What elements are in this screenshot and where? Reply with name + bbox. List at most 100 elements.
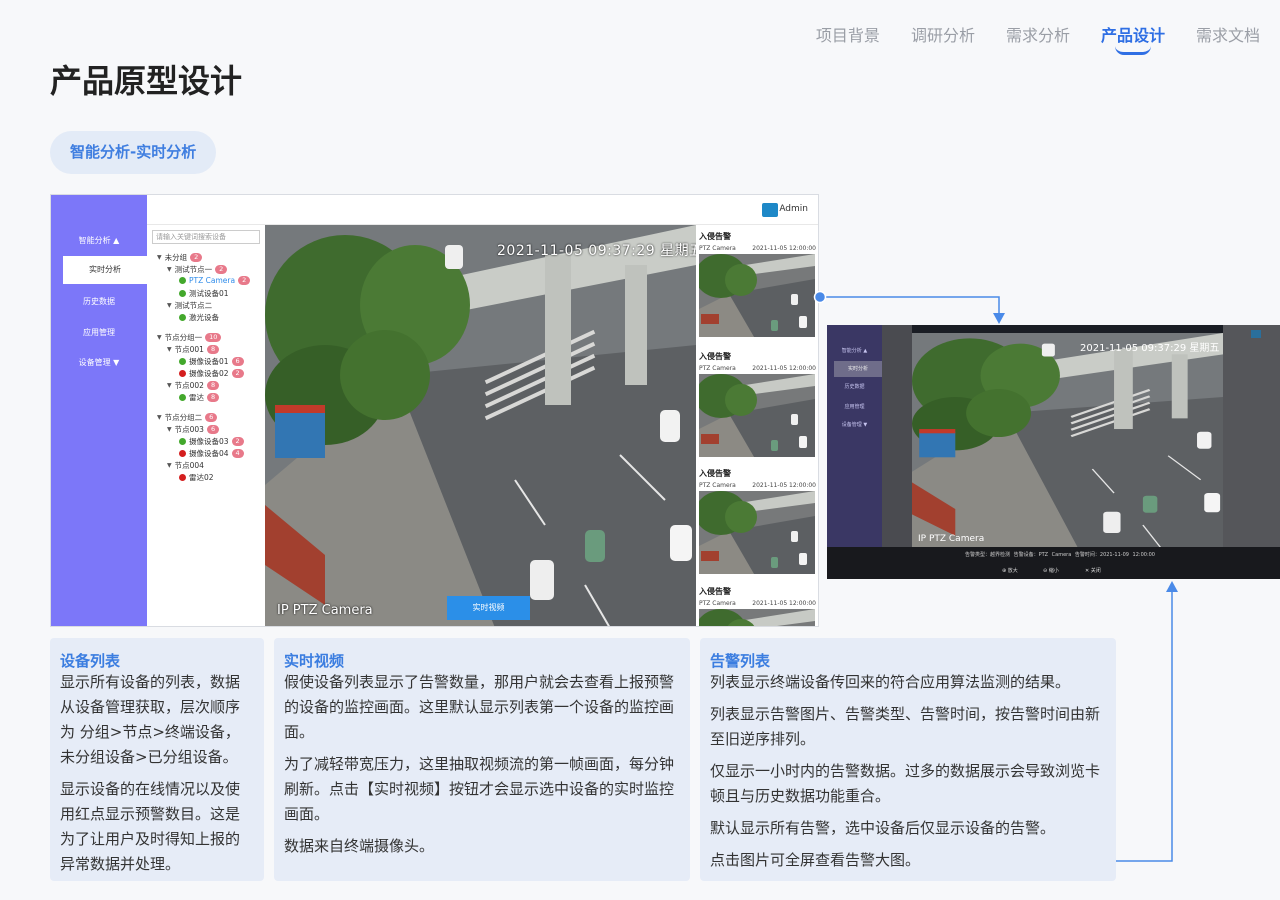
chevron-down-icon[interactable]: ▼ <box>157 254 162 261</box>
section-label: 智能分析-实时分析 <box>50 131 217 174</box>
alert-image[interactable] <box>699 491 815 574</box>
preview-sidebar-item: 应用管理 <box>844 404 865 410</box>
chevron-down-icon[interactable]: ▼ <box>157 414 162 421</box>
status-dot-icon <box>179 290 186 297</box>
card-text: 为了减轻带宽压力，这里抽取视频流的第一帧画面，每分钟刷新。点击【实时视频】按钮才… <box>284 755 675 823</box>
preview-alert-info: 告警类型：越界检测 告警设备：PTZ Camera 告警时间：2021-11-0… <box>965 552 1155 558</box>
tree-row-device[interactable]: 测试设备01 <box>179 288 229 299</box>
tree-row-label: 节点分组一 <box>164 333 203 342</box>
tree-row-device[interactable]: 摄像设备04 4 <box>179 448 244 459</box>
tree-row-label: 节点004 <box>174 461 204 470</box>
alert-item[interactable]: 入侵告警 PTZ Camera 2021-11-05 12:00:00 <box>699 586 816 627</box>
alert-item[interactable]: 入侵告警 PTZ Camera 2021-11-05 12:00:00 <box>699 351 816 461</box>
tree-row-node[interactable]: ▼ 节点002 8 <box>167 380 220 391</box>
alert-count-badge: 2 <box>238 276 251 285</box>
preview-sidebar-item: 实时分析 <box>834 361 882 377</box>
alert-time: 2021-11-05 12:00:00 <box>752 482 816 489</box>
tree-row-label: PTZ Camera <box>189 276 236 285</box>
alert-count-badge: 10 <box>205 333 222 342</box>
tree-row-device[interactable]: 激光设备 <box>179 312 219 323</box>
video-panel: 2021-11-05 09:37:29 星期五 IP PTZ Camera 实时… <box>265 225 696 627</box>
device-tree: 请输入关键词搜索设备 ▼ 未分组 2 ▼ 测试节点一 2 PTZ Camera 2 测试设备01… <box>147 225 265 626</box>
tree-row-node[interactable]: ▼ 测试节点二 <box>167 300 212 311</box>
avatar[interactable] <box>762 203 778 217</box>
tree-row-label: 测试设备01 <box>189 289 229 298</box>
alert-device: PTZ Camera <box>699 600 736 607</box>
status-dot-icon <box>179 314 186 321</box>
live-video-button[interactable]: 实时视频 <box>447 596 530 620</box>
chevron-down-icon[interactable]: ▼ <box>167 426 172 433</box>
sidebar-item-device-management[interactable]: 设备管理 ▼ <box>51 357 147 368</box>
nav-item-docs[interactable]: 需求文档 <box>1196 22 1260 46</box>
tree-row-label: 摄像设备04 <box>189 449 229 458</box>
preview-sidebar-item: 历史数据 <box>844 384 865 390</box>
alert-item[interactable]: 入侵告警 PTZ Camera 2021-11-05 12:00:00 <box>699 231 816 341</box>
tree-row-label: 摄像设备02 <box>189 369 229 378</box>
nav-item-product-design[interactable]: 产品设计 <box>1101 22 1165 55</box>
sidebar-item-app-management[interactable]: 应用管理 <box>51 327 147 338</box>
chevron-down-icon[interactable]: ▼ <box>167 382 172 389</box>
tree-row-node[interactable]: ▼ 节点003 6 <box>167 424 220 435</box>
chevron-down-icon[interactable]: ▼ <box>167 302 172 309</box>
chevron-down-icon[interactable]: ▼ <box>157 334 162 341</box>
preview-camera-label: IP PTZ Camera <box>918 534 985 544</box>
preview-alert-column <box>1223 325 1280 579</box>
mock-header: Admin <box>147 195 818 225</box>
card-title: 设备列表 <box>60 652 121 670</box>
tree-row-label: 测试节点一 <box>174 265 213 274</box>
video-camera-label: IP PTZ Camera <box>277 603 373 618</box>
tree-row-device[interactable]: 摄像设备01 6 <box>179 356 244 367</box>
mock-sidebar: 智能分析 ▲ 实时分析 历史数据 应用管理 设备管理 ▼ <box>51 195 147 626</box>
preview-sidebar-item: 智能分析 ▲ <box>841 348 868 354</box>
chevron-down-icon[interactable]: ▼ <box>167 346 172 353</box>
preview-sidebar-item: 设备管理 ▼ <box>841 422 868 428</box>
alert-title: 入侵告警 <box>699 352 731 361</box>
tree-row-group[interactable]: ▼ 节点分组一 10 <box>157 332 222 343</box>
status-dot-icon <box>179 438 186 445</box>
preview-frame <box>912 333 1223 548</box>
card-title: 告警列表 <box>710 652 771 670</box>
tree-row-node[interactable]: ▼ 节点001 8 <box>167 344 220 355</box>
tree-row-node[interactable]: ▼ 测试节点一 2 <box>167 264 228 275</box>
sidebar-item-history[interactable]: 历史数据 <box>51 296 147 307</box>
alert-title: 入侵告警 <box>699 232 731 241</box>
card-text: 列表显示终端设备传回来的符合应用算法监测的结果。 <box>710 673 1071 691</box>
card-text: 列表显示告警图片、告警类型、告警时间，按告警时间由新至旧逆序排列。 <box>710 705 1101 748</box>
tree-row-device[interactable]: 雷达02 <box>179 472 214 483</box>
tree-row-device[interactable]: 摄像设备03 2 <box>179 436 244 447</box>
tree-row-device[interactable]: PTZ Camera 2 <box>179 276 251 285</box>
nav-item-requirements[interactable]: 需求分析 <box>1006 22 1070 46</box>
tree-row-device[interactable]: 摄像设备02 2 <box>179 368 244 379</box>
alert-count-badge: 6 <box>205 413 218 422</box>
alert-count-badge: 2 <box>231 437 244 446</box>
alert-image[interactable] <box>699 254 815 337</box>
close-button[interactable]: ✕ 关闭 <box>1085 567 1101 574</box>
alert-image[interactable] <box>699 609 815 627</box>
video-frame <box>265 225 696 627</box>
tree-row-label: 节点001 <box>174 345 204 354</box>
tree-row-label: 未分组 <box>164 253 188 262</box>
preview-toolbar: 告警类型：越界检测 告警设备：PTZ Camera 告警时间：2021-11-0… <box>827 547 1280 579</box>
alert-image[interactable] <box>699 374 815 457</box>
tree-row-group[interactable]: ▼ 未分组 2 <box>157 252 203 263</box>
sidebar-item-realtime[interactable]: 实时分析 <box>63 256 147 284</box>
user-name[interactable]: Admin <box>779 204 808 214</box>
tree-row-device[interactable]: 雷达 8 <box>179 392 220 403</box>
status-dot-icon <box>179 450 186 457</box>
tree-row-node[interactable]: ▼ 节点004 <box>167 460 204 471</box>
sidebar-item-smart-analysis[interactable]: 智能分析 ▲ <box>51 235 147 246</box>
zoom-out-button[interactable]: ⊖ 缩小 <box>1043 567 1059 574</box>
nav-item-background[interactable]: 项目背景 <box>816 22 880 46</box>
chevron-down-icon[interactable]: ▼ <box>167 266 172 273</box>
alert-time: 2021-11-05 12:00:00 <box>752 365 816 372</box>
alert-item[interactable]: 入侵告警 PTZ Camera 2021-11-05 12:00:00 <box>699 468 816 578</box>
alert-fullscreen-preview: 智能分析 ▲ 实时分析 历史数据 应用管理 设备管理 ▼ 2021-11-05 … <box>827 325 1280 579</box>
tree-row-label: 测试节点二 <box>174 301 213 310</box>
device-search-input[interactable]: 请输入关键词搜索设备 <box>152 230 260 244</box>
zoom-in-button[interactable]: ⊕ 放大 <box>1002 567 1018 574</box>
chevron-down-icon[interactable]: ▼ <box>167 462 172 469</box>
tree-row-label: 雷达 <box>189 393 204 402</box>
nav-item-research[interactable]: 调研分析 <box>911 22 975 46</box>
preview-timestamp: 2021-11-05 09:37:29 星期五 <box>1080 343 1220 354</box>
tree-row-group[interactable]: ▼ 节点分组二 6 <box>157 412 218 423</box>
